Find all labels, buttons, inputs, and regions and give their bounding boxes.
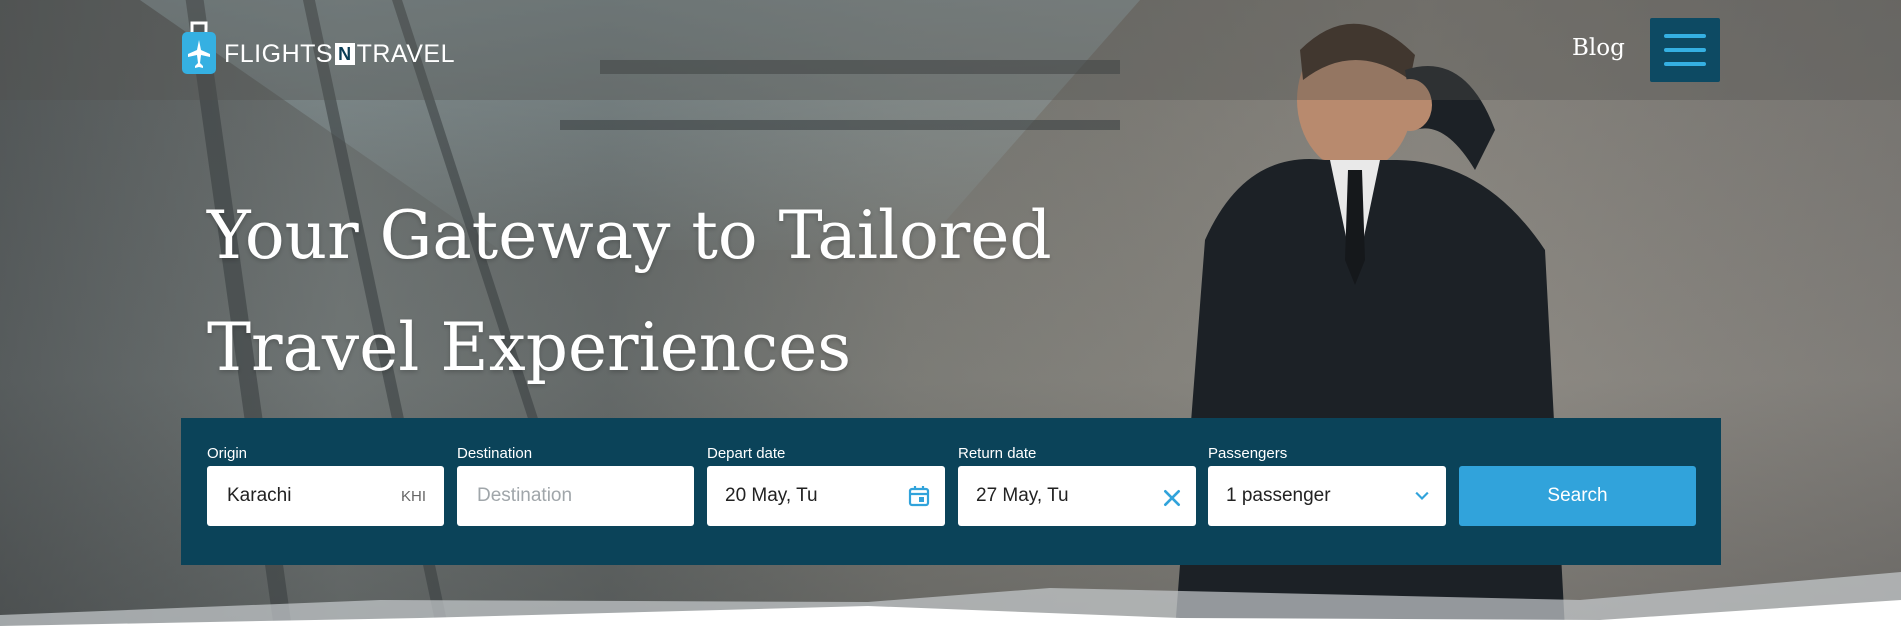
origin-label: Origin bbox=[207, 445, 248, 462]
headline-line-1: Your Gateway to Tailored bbox=[207, 197, 1052, 274]
passengers-label: Passengers bbox=[1208, 445, 1288, 462]
hero-headline: Your Gateway to Tailored Travel Experien… bbox=[207, 180, 1052, 404]
site-logo[interactable]: FLIGHTS N TRAVEL bbox=[180, 20, 455, 76]
background-beam bbox=[560, 120, 1120, 130]
origin-field[interactable]: KHI bbox=[207, 466, 444, 526]
hamburger-menu-button[interactable] bbox=[1650, 18, 1720, 82]
passengers-value: 1 passenger bbox=[1226, 485, 1331, 506]
logo-text-travel: TRAVEL bbox=[356, 39, 455, 68]
clear-x-icon[interactable] bbox=[1162, 488, 1182, 508]
hamburger-menu-icon bbox=[1664, 34, 1706, 38]
origin-airport-code: KHI bbox=[400, 487, 426, 505]
origin-input[interactable] bbox=[225, 484, 426, 508]
decorative-wave-divider bbox=[0, 572, 1901, 631]
search-button[interactable]: Search bbox=[1459, 466, 1696, 526]
return-date-value: 27 May, Tu bbox=[976, 485, 1069, 506]
hamburger-menu-icon bbox=[1664, 62, 1706, 66]
destination-label: Destination bbox=[457, 445, 533, 462]
flight-search-form: Origin KHI Destination Depart date 20 Ma… bbox=[181, 418, 1721, 565]
blog-link[interactable]: Blog bbox=[1572, 35, 1625, 61]
luggage-plane-logo-icon bbox=[182, 21, 216, 74]
return-date-label: Return date bbox=[958, 445, 1037, 462]
depart-date-value: 20 May, Tu bbox=[725, 485, 818, 506]
return-date-field[interactable]: 27 May, Tu bbox=[958, 466, 1196, 526]
calendar-icon[interactable] bbox=[907, 484, 931, 508]
depart-date-field[interactable]: 20 May, Tu bbox=[707, 466, 945, 526]
logo-text-n: N bbox=[335, 43, 355, 65]
destination-input[interactable] bbox=[475, 484, 676, 508]
passengers-select[interactable]: 1 passenger bbox=[1208, 466, 1446, 526]
hamburger-menu-icon bbox=[1664, 48, 1706, 52]
destination-field[interactable] bbox=[457, 466, 694, 526]
chevron-down-icon bbox=[1415, 491, 1429, 501]
headline-line-2: Travel Experiences bbox=[207, 309, 852, 386]
logo-text-flights: FLIGHTS bbox=[224, 39, 334, 68]
logo-wordmark: FLIGHTS N TRAVEL bbox=[224, 40, 455, 69]
depart-date-label: Depart date bbox=[707, 445, 786, 462]
